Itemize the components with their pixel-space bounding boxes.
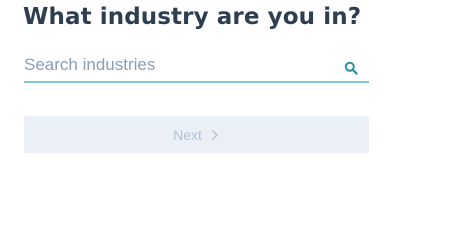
industry-search-input[interactable]	[24, 50, 334, 80]
page-title: What industry are you in?	[23, 4, 362, 30]
next-button[interactable]: Next	[24, 116, 369, 153]
industry-search-field[interactable]	[24, 50, 369, 83]
chevron-right-icon	[212, 129, 218, 140]
search-icon[interactable]	[344, 61, 358, 75]
next-button-label: Next	[173, 126, 202, 143]
